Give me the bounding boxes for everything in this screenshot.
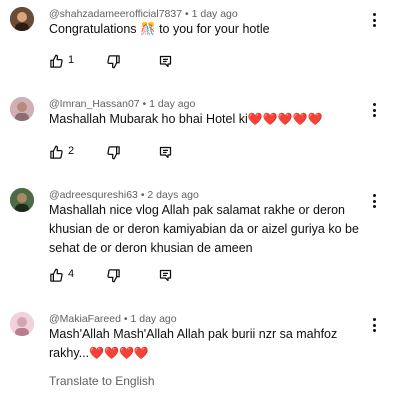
like-count: 2 [68, 145, 75, 157]
translate-link[interactable]: Translate to English [49, 374, 155, 388]
like-button[interactable] [49, 53, 64, 69]
like-count: 1 [68, 54, 75, 66]
meta-separator: • [140, 189, 145, 201]
author-name[interactable]: @adreesqureshi63 [49, 189, 138, 201]
comment-meta: @shahzadameerofficial7837 • 1 day ago [49, 8, 238, 20]
avatar[interactable] [10, 312, 34, 336]
thumb-down-icon [107, 145, 120, 159]
comment-text: Mashallah Mubarak ho bhai Hotel ki❤️❤️❤️… [49, 110, 371, 129]
more-vert-icon[interactable] [367, 192, 381, 210]
dislike-button[interactable] [106, 53, 121, 69]
like-button[interactable] [49, 144, 64, 160]
meta-separator: • [123, 313, 128, 325]
comment-meta: @Imran_Hassan07 • 1 day ago [49, 98, 195, 110]
reply-icon [159, 269, 172, 281]
avatar[interactable] [10, 97, 34, 121]
avatar[interactable] [10, 188, 34, 212]
author-name[interactable]: @MakiaFareed [49, 313, 121, 325]
thumb-up-icon [50, 145, 63, 159]
meta-separator: • [142, 98, 147, 110]
comment-text: Mashallah nice vlog Allah pak salamat ra… [49, 203, 359, 255]
more-vert-icon[interactable] [367, 316, 381, 334]
like-count: 4 [68, 268, 75, 280]
comment-time[interactable]: 1 day ago [130, 313, 176, 325]
like-button[interactable] [49, 267, 64, 283]
comment-actions: 2 [49, 144, 189, 160]
comment-time[interactable]: 1 day ago [192, 8, 238, 20]
reply-button[interactable] [158, 144, 173, 160]
thumb-down-icon [107, 54, 120, 68]
thumb-up-icon [50, 268, 63, 282]
comment-time[interactable]: 1 day ago [149, 98, 195, 110]
meta-separator: • [184, 8, 189, 20]
more-vert-icon[interactable] [367, 101, 381, 119]
author-name[interactable]: @Imran_Hassan07 [49, 98, 140, 110]
dislike-button[interactable] [106, 267, 121, 283]
reply-icon [159, 146, 172, 158]
comment-text-main: Mashallah Mubarak ho bhai Hotel ki [49, 112, 248, 126]
avatar[interactable] [10, 7, 34, 31]
heart-emojis: ❤️❤️❤️❤️ [89, 346, 149, 360]
comment-meta: @MakiaFareed • 1 day ago [49, 313, 177, 325]
comment-time[interactable]: 2 days ago [147, 189, 198, 201]
reply-button[interactable] [158, 267, 173, 283]
comment-actions: 1 [49, 53, 189, 69]
comment-text: Congratulations 🎊 to you for your hotle [49, 22, 270, 36]
thumb-up-icon [50, 54, 63, 68]
dislike-button[interactable] [106, 144, 121, 160]
reply-icon [159, 55, 172, 67]
more-vert-icon[interactable] [367, 11, 381, 29]
comment-meta: @adreesqureshi63 • 2 days ago [49, 189, 199, 201]
comment-text: Mash'Allah Mash'Allah Allah pak burii nz… [49, 325, 371, 363]
reply-button[interactable] [158, 53, 173, 69]
author-name[interactable]: @shahzadameerofficial7837 [49, 8, 182, 20]
heart-emojis: ❤️❤️❤️❤️❤️ [247, 112, 323, 126]
thumb-down-icon [107, 268, 120, 282]
comment-actions: 4 [49, 267, 189, 283]
